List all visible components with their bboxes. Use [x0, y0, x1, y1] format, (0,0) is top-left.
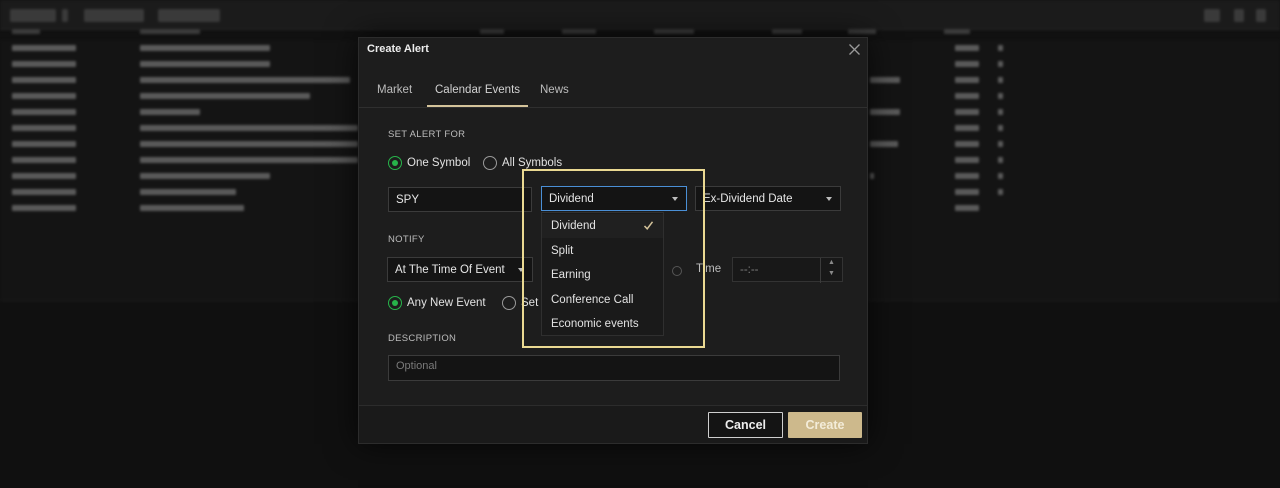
- one-symbol-label: One Symbol: [407, 157, 471, 169]
- description-label: DESCRIPTION: [388, 333, 457, 344]
- notify-timing-value: At The Time Of Event: [395, 263, 505, 276]
- caret-down-icon: [826, 197, 832, 201]
- menu-item-label: Economic events: [551, 318, 639, 330]
- create-button[interactable]: Create: [788, 412, 862, 438]
- tab-calendar-events[interactable]: Calendar Events: [427, 84, 529, 107]
- any-new-event-label: Any New Event: [407, 297, 486, 309]
- all-symbols-label: All Symbols: [502, 157, 563, 169]
- symbol-input[interactable]: SPY: [388, 187, 532, 212]
- background-tab: [10, 9, 56, 22]
- menu-item-split[interactable]: Split: [542, 239, 663, 263]
- description-input[interactable]: Optional: [388, 355, 840, 381]
- one-symbol-option[interactable]: One Symbol: [388, 156, 470, 170]
- notify-timing-select[interactable]: At The Time Of Event: [387, 257, 533, 282]
- background-tab: [84, 9, 144, 22]
- time-stepper[interactable]: ▲ ▼: [820, 258, 842, 283]
- menu-item-economic-events[interactable]: Economic events: [542, 312, 663, 336]
- background-tab: [1256, 9, 1266, 22]
- event-type-value: Dividend: [549, 192, 594, 205]
- date-type-select[interactable]: Ex-Dividend Date: [695, 186, 841, 211]
- caret-down-icon: [672, 197, 678, 201]
- set-alert-for-label: SET ALERT FOR: [388, 129, 466, 140]
- notify-label: NOTIFY: [388, 234, 425, 245]
- tab-bar: Market Calendar Events News: [359, 76, 867, 108]
- menu-item-label: Dividend: [551, 220, 596, 232]
- background-tab: [1204, 9, 1220, 22]
- time-label: Time: [696, 263, 722, 275]
- menu-item-label: Conference Call: [551, 294, 634, 306]
- time-icon-partial: [663, 264, 687, 276]
- all-symbols-radio[interactable]: [483, 156, 497, 170]
- menu-item-dividend[interactable]: Dividend: [542, 214, 663, 238]
- tab-news[interactable]: News: [540, 84, 569, 107]
- caret-down-icon: [518, 268, 524, 272]
- dialog-header: Create Alert: [359, 38, 867, 62]
- time-input-value: --:--: [740, 263, 759, 276]
- background-tab: [158, 9, 220, 22]
- one-symbol-radio[interactable]: [388, 156, 402, 170]
- tab-market[interactable]: Market: [377, 84, 412, 107]
- dialog-title: Create Alert: [367, 43, 429, 55]
- menu-item-label: Earning: [551, 269, 591, 281]
- set-radio[interactable]: [502, 296, 516, 310]
- any-new-event-option[interactable]: Any New Event: [388, 296, 486, 310]
- menu-item-conference-call[interactable]: Conference Call: [542, 288, 663, 312]
- time-input[interactable]: --:-- ▲ ▼: [732, 257, 843, 283]
- background-tab: [62, 9, 68, 22]
- set-label: Set: [521, 297, 539, 309]
- any-new-event-radio[interactable]: [388, 296, 402, 310]
- background-tab: [1234, 9, 1244, 22]
- symbol-input-value: SPY: [396, 193, 420, 206]
- event-type-select[interactable]: Dividend: [541, 186, 687, 211]
- cancel-button[interactable]: Cancel: [708, 412, 783, 438]
- date-type-value: Ex-Dividend Date: [703, 192, 793, 205]
- menu-item-label: Split: [551, 245, 574, 257]
- close-icon[interactable]: [848, 43, 861, 56]
- description-placeholder: Optional: [396, 360, 437, 372]
- event-type-menu: Dividend Split Earning Conference Call E…: [541, 212, 664, 336]
- all-symbols-option[interactable]: All Symbols: [483, 156, 562, 170]
- check-icon: [643, 220, 654, 231]
- set-option[interactable]: Set: [502, 296, 538, 310]
- menu-item-earning[interactable]: Earning: [542, 263, 663, 287]
